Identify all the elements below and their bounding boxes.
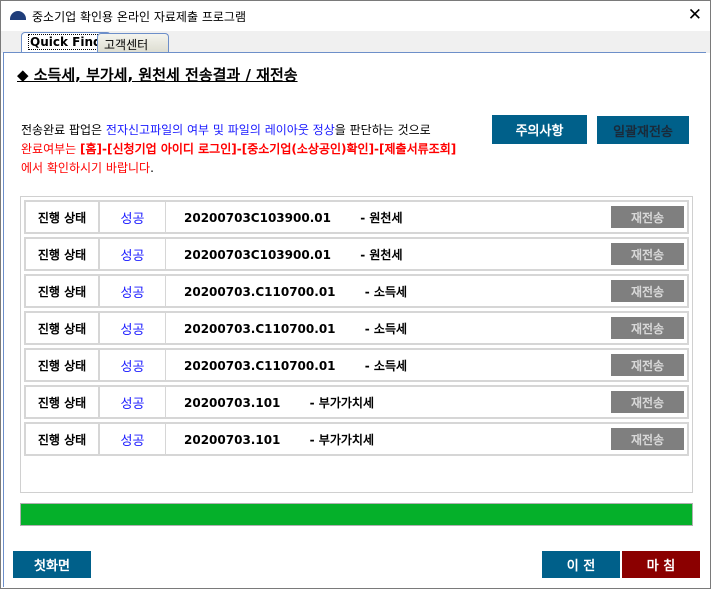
resend-button[interactable]: 재전송 bbox=[611, 317, 684, 339]
bulk-resend-button[interactable]: 일괄재전송 bbox=[597, 116, 689, 144]
status-value: 성공 bbox=[100, 276, 166, 306]
status-value: 성공 bbox=[100, 387, 166, 417]
table-row: 진행 상태 성공 20200703.C110700.01 - 소득세 재전송 bbox=[24, 311, 689, 345]
file-info: 20200703.C110700.01 - 소득세 bbox=[184, 357, 407, 374]
tax-type: - 소득세 bbox=[335, 285, 408, 299]
resend-button[interactable]: 재전송 bbox=[611, 243, 684, 265]
status-value: 성공 bbox=[100, 350, 166, 380]
prev-button[interactable]: 이 전 bbox=[542, 551, 620, 578]
window-title: 중소기업 확인용 온라인 자료제출 프로그램 bbox=[32, 10, 246, 24]
file-id: 20200703C103900.01 bbox=[184, 211, 331, 225]
file-id: 20200703.101 bbox=[184, 433, 281, 447]
table-row: 진행 상태 성공 20200703.C110700.01 - 소득세 재전송 bbox=[24, 274, 689, 308]
home-button[interactable]: 첫화면 bbox=[13, 551, 91, 578]
progress-bar bbox=[20, 503, 693, 526]
tax-type: - 부가가치세 bbox=[280, 396, 375, 410]
status-label: 진행 상태 bbox=[26, 276, 100, 306]
status-label: 진행 상태 bbox=[26, 239, 100, 269]
finish-button[interactable]: 마 침 bbox=[622, 551, 700, 578]
app-logo-icon bbox=[10, 11, 26, 20]
tax-type: - 소득세 bbox=[335, 322, 408, 336]
notice-path: [홈]-[신청기업 아이디 로그인]-[중소기업(소상공인)확인]-[제출서류조… bbox=[80, 142, 457, 156]
status-label: 진행 상태 bbox=[26, 424, 100, 454]
tab-label: Quick Find bbox=[28, 34, 104, 50]
tax-type: - 원천세 bbox=[330, 211, 403, 225]
status-value: 성공 bbox=[100, 202, 166, 232]
notice-text-part: 을 판단하는 것으로 bbox=[334, 123, 431, 137]
status-label: 진행 상태 bbox=[26, 313, 100, 343]
progress-fill bbox=[21, 504, 692, 525]
tax-type: - 소득세 bbox=[335, 359, 408, 373]
status-value: 성공 bbox=[100, 239, 166, 269]
file-id: 20200703.C110700.01 bbox=[184, 322, 336, 336]
file-info: 20200703.C110700.01 - 소득세 bbox=[184, 283, 407, 300]
file-info: 20200703.C110700.01 - 소득세 bbox=[184, 320, 407, 337]
file-info: 20200703.101 - 부가가치세 bbox=[184, 394, 374, 411]
result-list: 진행 상태 성공 20200703C103900.01 - 원천세 재전송 진행 … bbox=[20, 196, 693, 493]
page-title: ◆ 소득세, 부가세, 원천세 전송결과 / 재전송 bbox=[17, 66, 298, 84]
tax-type: - 부가가치세 bbox=[280, 433, 375, 447]
tab-customer-center[interactable]: 고객센터 bbox=[97, 33, 169, 53]
status-label: 진행 상태 bbox=[26, 350, 100, 380]
notice-text: 전송완료 팝업은 전자신고파일의 여부 및 파일의 레이아웃 정상을 판단하는 … bbox=[21, 121, 456, 178]
notice-text-part: 전송완료 팝업은 bbox=[21, 123, 106, 137]
file-info: 20200703C103900.01 - 원천세 bbox=[184, 246, 403, 263]
app-window: 중소기업 확인용 온라인 자료제출 프로그램 ✕ Quick Find 고객센터… bbox=[0, 0, 711, 589]
status-label: 진행 상태 bbox=[26, 387, 100, 417]
file-id: 20200703C103900.01 bbox=[184, 248, 331, 262]
resend-button[interactable]: 재전송 bbox=[611, 428, 684, 450]
tab-strip: Quick Find 고객센터 bbox=[1, 31, 710, 53]
file-id: 20200703.C110700.01 bbox=[184, 285, 336, 299]
notice-text-part: . bbox=[150, 161, 154, 175]
file-id: 20200703.C110700.01 bbox=[184, 359, 336, 373]
file-info: 20200703C103900.01 - 원천세 bbox=[184, 209, 403, 226]
resend-button[interactable]: 재전송 bbox=[611, 354, 684, 376]
caution-button[interactable]: 주의사항 bbox=[492, 115, 587, 144]
title-bar: 중소기업 확인용 온라인 자료제출 프로그램 ✕ bbox=[1, 1, 710, 31]
table-row: 진행 상태 성공 20200703C103900.01 - 원천세 재전송 bbox=[24, 200, 689, 234]
notice-text-part: 에서 확인하시기 바랍니다 bbox=[21, 161, 151, 175]
table-row: 진행 상태 성공 20200703.101 - 부가가치세 재전송 bbox=[24, 422, 689, 456]
notice-text-part: 전자신고파일의 여부 및 파일의 레이아웃 정상 bbox=[105, 123, 335, 137]
resend-button[interactable]: 재전송 bbox=[611, 391, 684, 413]
file-info: 20200703.101 - 부가가치세 bbox=[184, 431, 374, 448]
status-label: 진행 상태 bbox=[26, 202, 100, 232]
status-value: 성공 bbox=[100, 424, 166, 454]
notice-text-part: 완료여부는 bbox=[21, 142, 81, 156]
resend-button[interactable]: 재전송 bbox=[611, 206, 684, 228]
table-row: 진행 상태 성공 20200703.101 - 부가가치세 재전송 bbox=[24, 385, 689, 419]
tax-type: - 원천세 bbox=[330, 248, 403, 262]
status-value: 성공 bbox=[100, 313, 166, 343]
close-icon[interactable]: ✕ bbox=[688, 5, 702, 25]
file-id: 20200703.101 bbox=[184, 396, 281, 410]
resend-button[interactable]: 재전송 bbox=[611, 280, 684, 302]
table-row: 진행 상태 성공 20200703C103900.01 - 원천세 재전송 bbox=[24, 237, 689, 271]
table-row: 진행 상태 성공 20200703.C110700.01 - 소득세 재전송 bbox=[24, 348, 689, 382]
